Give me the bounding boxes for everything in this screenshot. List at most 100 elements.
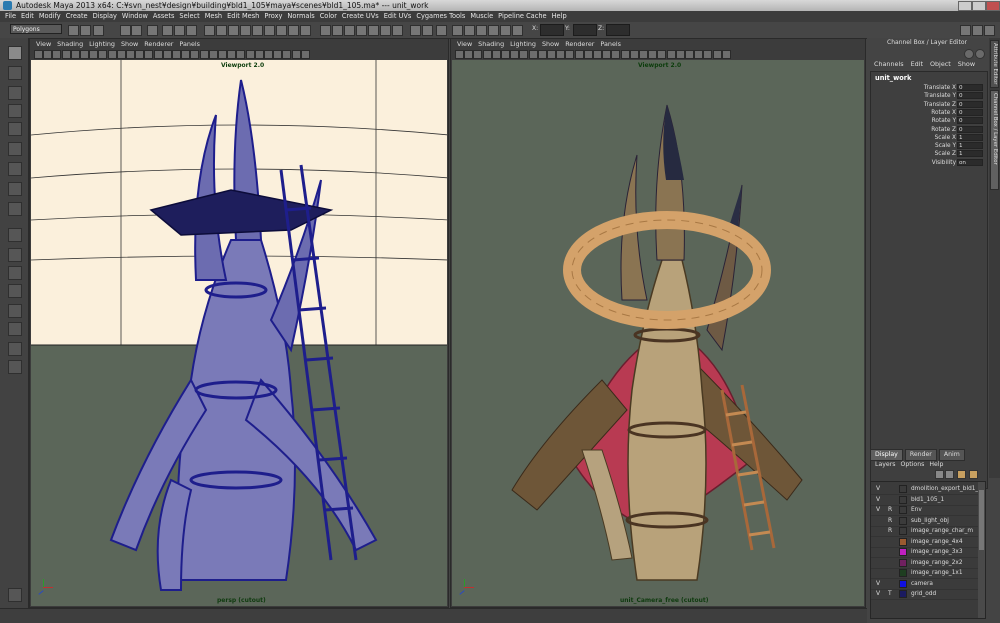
layer-type-toggle[interactable]: T — [888, 589, 896, 599]
status-line-tool-5-icon[interactable] — [131, 25, 142, 36]
show-hide-tool-settings-icon[interactable] — [972, 25, 983, 36]
viewport-left-tool-23-icon[interactable] — [236, 50, 246, 59]
viewport-right-tool-15-icon[interactable] — [583, 50, 593, 59]
status-line-tool-27-icon[interactable] — [422, 25, 433, 36]
viewport-left-tool-10-icon[interactable] — [116, 50, 126, 59]
viewport-right-tool-23-icon[interactable] — [657, 50, 667, 59]
status-line-tool-32-icon[interactable] — [488, 25, 499, 36]
channel-box-menu-edit[interactable]: Edit — [911, 60, 923, 68]
layer-row[interactable]: Vcamera — [871, 579, 985, 590]
status-line-tool-10-icon[interactable] — [204, 25, 215, 36]
viewport-left-tool-6-icon[interactable] — [80, 50, 89, 59]
layer-name[interactable]: grid_odd — [911, 589, 936, 599]
viewport-left-tool-7-icon[interactable] — [89, 50, 99, 59]
status-line-tool-15-icon[interactable] — [264, 25, 275, 36]
toolbox-tool-16-icon[interactable] — [8, 342, 22, 356]
viewport-right-tool-8-icon[interactable] — [519, 50, 529, 59]
viewport-left-tool-29-icon[interactable] — [291, 50, 301, 59]
viewport-right-tool-21-icon[interactable] — [639, 50, 648, 59]
viewport-right-canvas[interactable]: Viewport 2.0 unit_Camera_free (cutout) — [452, 60, 864, 606]
viewport-right-menu-shading[interactable]: Shading — [478, 39, 504, 49]
attribute-value-field[interactable]: 1 — [957, 142, 983, 150]
viewport-right-tool-3-icon[interactable] — [473, 50, 483, 59]
status-line-tool-19-icon[interactable] — [320, 25, 331, 36]
viewport-right-tool-11-icon[interactable] — [547, 50, 556, 59]
layer-menu-help[interactable]: Help — [929, 461, 943, 468]
layer-type-toggle[interactable]: R — [888, 516, 896, 526]
move-layer-up-icon[interactable] — [935, 470, 944, 479]
status-line-tool-16-icon[interactable] — [276, 25, 287, 36]
layer-color-swatch[interactable] — [899, 495, 907, 504]
layer-visibility-toggle[interactable]: V — [876, 579, 884, 589]
layer-color-swatch[interactable] — [899, 548, 907, 556]
toolbox-tool-4-icon[interactable] — [8, 104, 22, 118]
layer-list-scrollbar[interactable] — [978, 482, 985, 618]
attribute-value-field[interactable]: 0 — [957, 100, 983, 108]
menu-edit-uvs[interactable]: Edit UVs — [384, 11, 412, 22]
status-line-tool-29-icon[interactable] — [452, 25, 463, 36]
channel-box-icon[interactable] — [964, 49, 974, 59]
layer-menu-layers[interactable]: Layers — [875, 461, 895, 468]
viewport-right-tool-27-icon[interactable] — [694, 50, 704, 59]
viewport-right-tool-13-icon[interactable] — [565, 50, 575, 59]
viewport-left-tool-21-icon[interactable] — [218, 50, 227, 59]
tab-channel-box-layer-editor[interactable]: Channel Box / Layer Editor — [990, 90, 999, 190]
viewport-right-tool-2-icon[interactable] — [464, 50, 474, 59]
viewport-left-tool-25-icon[interactable] — [254, 50, 264, 59]
layer-color-swatch[interactable] — [899, 527, 907, 535]
viewport-left-tool-17-icon[interactable] — [181, 50, 191, 59]
status-line-tool-23-icon[interactable] — [368, 25, 379, 36]
layer-name[interactable]: camera — [911, 579, 933, 589]
viewport-right-tool-17-icon[interactable] — [602, 50, 612, 59]
layer-color-swatch[interactable] — [899, 537, 907, 546]
status-line-tool-2-icon[interactable] — [80, 25, 91, 36]
viewport-left-tool-28-icon[interactable] — [282, 50, 292, 59]
toolbox-tool-15-icon[interactable] — [8, 322, 22, 336]
layer-name[interactable]: bld1_105_1 — [911, 495, 944, 505]
viewport-right-tool-16-icon[interactable] — [593, 50, 602, 59]
menu-create-uvs[interactable]: Create UVs — [342, 11, 379, 22]
toolbox-tool-8-icon[interactable] — [8, 182, 22, 196]
layer-name[interactable]: Env — [911, 505, 922, 515]
viewport-left-tool-24-icon[interactable] — [245, 50, 255, 59]
status-line-tool-33-icon[interactable] — [500, 25, 511, 36]
layer-color-swatch[interactable] — [899, 485, 907, 493]
status-line-tool-26-icon[interactable] — [410, 25, 421, 36]
layer-name[interactable]: image_range_1x1 — [911, 568, 963, 578]
menu-muscle[interactable]: Muscle — [470, 11, 493, 22]
viewport-left-tool-26-icon[interactable] — [264, 50, 273, 59]
menu-mesh[interactable]: Mesh — [205, 11, 222, 22]
viewport-right-tool-7-icon[interactable] — [510, 50, 520, 59]
toolbox-tool-7-icon[interactable] — [8, 162, 22, 176]
attribute-value-field[interactable]: 0 — [957, 125, 983, 133]
viewport-left-tool-22-icon[interactable] — [227, 50, 237, 59]
viewport-left-tool-5-icon[interactable] — [70, 50, 80, 59]
attribute-value-field[interactable]: 1 — [957, 150, 983, 158]
layer-visibility-toggle[interactable]: V — [876, 589, 884, 599]
channel-box-menu-show[interactable]: Show — [958, 60, 975, 68]
menu-cygames-tools[interactable]: Cygames Tools — [416, 11, 465, 22]
toolbox-tool-13-icon[interactable] — [8, 284, 22, 298]
layer-name[interactable]: image_range_2x2 — [911, 558, 963, 568]
viewport-right-tool-1-icon[interactable] — [455, 50, 464, 59]
layer-menu-options[interactable]: Options — [900, 461, 924, 468]
layer-row[interactable]: Rsub_light_obj — [871, 516, 985, 527]
menu-select[interactable]: Select — [179, 11, 199, 22]
viewport-left-tool-9-icon[interactable] — [107, 50, 117, 59]
menu-pipeline-cache[interactable]: Pipeline Cache — [498, 11, 546, 22]
viewport-right-tool-14-icon[interactable] — [574, 50, 584, 59]
layer-row[interactable]: image_range_3x3 — [871, 547, 985, 558]
layer-row[interactable]: V R Env — [871, 505, 985, 516]
new-layer-from-selection-icon[interactable] — [969, 470, 978, 479]
menu-create[interactable]: Create — [66, 11, 88, 22]
viewport-left-tool-12-icon[interactable] — [135, 50, 145, 59]
status-line-tool-11-icon[interactable] — [216, 25, 227, 36]
layer-color-swatch[interactable] — [899, 579, 907, 588]
viewport-left-tool-8-icon[interactable] — [98, 50, 108, 59]
status-line-tool-21-icon[interactable] — [344, 25, 355, 36]
attribute-value-field[interactable]: 0 — [957, 84, 983, 91]
status-line-tool-4-icon[interactable] — [120, 25, 131, 36]
toolbox-tool-3-icon[interactable] — [8, 86, 22, 100]
maximize-button[interactable] — [972, 1, 986, 11]
tab-attribute-editor[interactable]: Attribute Editor — [990, 40, 999, 88]
